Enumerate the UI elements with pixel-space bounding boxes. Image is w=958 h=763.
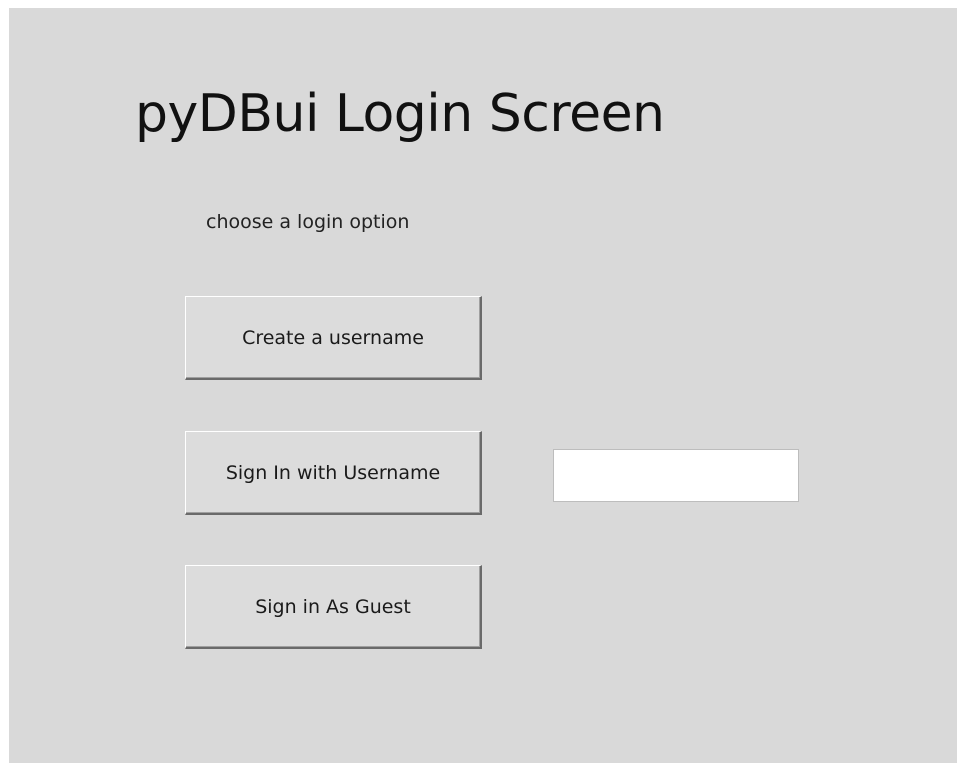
sign-in-with-username-button-label: Sign In with Username [225,461,441,484]
create-username-button[interactable]: Create a username [185,296,482,380]
sign-in-as-guest-button-label: Sign in As Guest [255,595,411,618]
login-window: pyDBui Login Screen choose a login optio… [9,8,957,763]
create-username-button-label: Create a username [242,326,424,349]
sign-in-with-username-button[interactable]: Sign In with Username [185,431,482,515]
username-input[interactable] [553,449,799,502]
login-instructions: choose a login option [206,211,410,233]
page-title: pyDBui Login Screen [135,84,665,144]
sign-in-as-guest-button[interactable]: Sign in As Guest [185,565,482,649]
